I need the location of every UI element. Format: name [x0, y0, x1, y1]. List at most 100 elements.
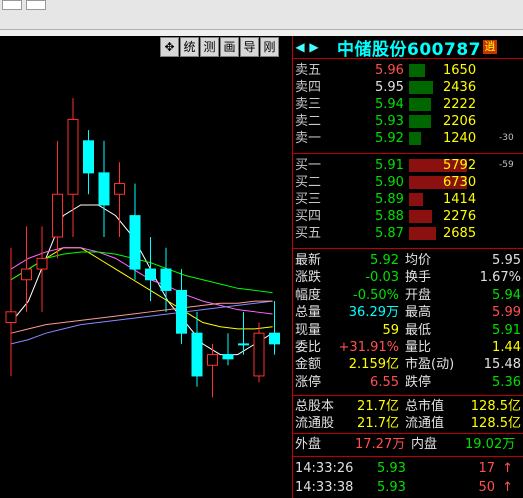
- candle-body: [269, 332, 280, 345]
- capital-label: 总股本: [295, 399, 335, 414]
- candle-body: [114, 183, 125, 195]
- stat-label: 换手: [405, 270, 432, 286]
- tick-price: 5.93: [377, 461, 406, 476]
- ask-row[interactable]: 卖三 5.94 2222: [293, 96, 523, 113]
- ask-label: 卖二: [295, 114, 322, 129]
- capital-value: 128.5亿: [470, 399, 521, 414]
- measure-tool-button[interactable]: 测: [200, 37, 219, 57]
- candle-body: [253, 332, 265, 377]
- stat-label: 涨停: [295, 374, 322, 390]
- refresh-tool-button[interactable]: 刚: [260, 37, 279, 57]
- tick-row: 14:33:38 5.93 50 ↑: [293, 478, 523, 497]
- top-button-2[interactable]: [26, 0, 46, 10]
- stat-value: +31.91%: [338, 339, 399, 355]
- tick-volume: 50: [478, 480, 495, 495]
- stat-value: 5.92: [370, 253, 399, 268]
- capital-table: 总股本 21.7亿 总市值 128.5亿 流通股 21.7亿 流通值 128.5亿: [293, 396, 523, 433]
- ask-row[interactable]: 卖二 5.93 2206: [293, 113, 523, 130]
- kline-chart-svg: [5, 98, 280, 398]
- stat-row: 委比 +31.91% 量比 1.44: [293, 339, 523, 356]
- candle-body: [83, 140, 94, 174]
- candle-body: [222, 354, 234, 360]
- bid-row[interactable]: 买五 5.87 2685: [293, 225, 523, 242]
- bid-row[interactable]: 买一 5.91 5792 -59: [293, 157, 523, 174]
- candle-body: [207, 354, 218, 366]
- tick-volume: 17: [478, 461, 495, 476]
- ask-volume: 1650: [443, 63, 477, 78]
- bid-label: 买二: [295, 175, 322, 190]
- ask-label: 卖一: [295, 131, 322, 146]
- stock-name: 中储股份600787: [337, 35, 481, 60]
- stat-value: 1.67%: [479, 270, 521, 286]
- candle-body: [52, 193, 63, 238]
- tick-row: 14:33:26 5.93 17 ↑: [293, 459, 523, 478]
- next-stock-icon[interactable]: ▶: [307, 40, 321, 54]
- stat-value: 5.94: [492, 287, 521, 303]
- stat-label: 最高: [405, 305, 432, 321]
- flow-row: 外盘 17.27万 内盘 19.02万: [293, 434, 523, 456]
- kline-chart[interactable]: [0, 36, 292, 498]
- stock-badge[interactable]: 逍: [482, 40, 497, 54]
- ask-book: 卖五 5.96 1650 卖四 5.95 2436 卖三 5.94 2222 卖二 5.93 2206…: [293, 59, 523, 153]
- candle-body: [36, 257, 48, 270]
- ask-change: -30: [499, 133, 514, 143]
- candle-body: [176, 289, 187, 334]
- ask-row[interactable]: 卖一 5.92 1240 -30: [293, 130, 523, 147]
- stock-header: ◀ ▶ 中储股份600787 逍: [293, 35, 523, 60]
- bid-row[interactable]: 买二 5.90 6730: [293, 174, 523, 191]
- capital-label: 流通值: [405, 416, 445, 432]
- draw-tool-button[interactable]: 画: [220, 37, 239, 57]
- stats-tool-button[interactable]: 统: [180, 37, 199, 57]
- tick-arrow: ↑: [502, 461, 513, 476]
- bid-volume-bar: [409, 210, 432, 223]
- stat-value: 5.95: [492, 253, 521, 268]
- stat-label: 均价: [405, 253, 432, 268]
- stat-row: 涨跌 -0.03 换手 1.67%: [293, 269, 523, 286]
- stat-label: 涨跌: [295, 270, 322, 286]
- bid-volume: 2685: [443, 226, 477, 241]
- stat-row: 现量 59 最低 5.91: [293, 322, 523, 339]
- ask-row[interactable]: 卖四 5.95 2436: [293, 79, 523, 96]
- candle-body: [98, 172, 110, 206]
- ask-label: 卖三: [295, 97, 322, 112]
- ask-volume-bar: [409, 115, 431, 128]
- stock-name-text: 中储股份: [337, 39, 407, 60]
- moving-average-line: [10, 251, 273, 294]
- stat-row: 金额 2.159亿 市盈(动) 15.48: [293, 356, 523, 373]
- candle-body: [145, 268, 156, 281]
- inner-volume-label: 内盘: [411, 437, 438, 452]
- stat-value: 2.159亿: [348, 357, 399, 373]
- bid-label: 买三: [295, 192, 322, 207]
- quote-panel: ◀ ▶ 中储股份600787 逍 卖五 5.96 1650 卖四 5.95 2436 卖三 5…: [292, 36, 523, 498]
- top-button-1[interactable]: [2, 0, 22, 10]
- ask-row[interactable]: 卖五 5.96 1650: [293, 62, 523, 79]
- move-tool-button[interactable]: ✥: [160, 37, 179, 57]
- inner-volume-value: 19.02万: [465, 437, 516, 452]
- tick-price: 5.93: [377, 480, 406, 495]
- outer-volume-value: 17.27万: [355, 437, 406, 452]
- capital-label: 流通股: [295, 416, 335, 432]
- stat-label: 委比: [295, 339, 322, 355]
- export-tool-button[interactable]: 导: [240, 37, 259, 57]
- stat-row: 总量 36.29万 最高 5.99: [293, 304, 523, 321]
- ask-volume: 2206: [443, 114, 477, 129]
- tick-time: 14:33:38: [295, 480, 354, 495]
- prev-stock-icon[interactable]: ◀: [293, 40, 307, 54]
- bid-label: 买一: [295, 158, 322, 173]
- ask-label: 卖四: [295, 80, 322, 95]
- capital-value: 128.5亿: [470, 416, 521, 432]
- stat-label: 金额: [295, 357, 322, 373]
- bid-volume: 6730: [443, 175, 477, 190]
- stat-value: 15.48: [483, 357, 521, 373]
- bid-row[interactable]: 买四 5.88 2276: [293, 208, 523, 225]
- capital-label: 总市值: [405, 399, 445, 414]
- outer-volume-label: 外盘: [295, 437, 322, 452]
- stat-value: 1.44: [492, 339, 521, 355]
- ask-volume-bar: [409, 64, 425, 77]
- stat-row: 最新 5.92 均价 5.95: [293, 252, 523, 269]
- chart-toolbar: ✥ 统 测 画 导 刚: [160, 36, 292, 58]
- bid-book: 买一 5.91 5792 -59 买二 5.90 6730 买三 5.89 1414 买四 5.88 2…: [293, 154, 523, 248]
- bid-row[interactable]: 买三 5.89 1414: [293, 191, 523, 208]
- stat-value: 5.99: [492, 305, 521, 321]
- stat-value: 6.55: [370, 374, 399, 390]
